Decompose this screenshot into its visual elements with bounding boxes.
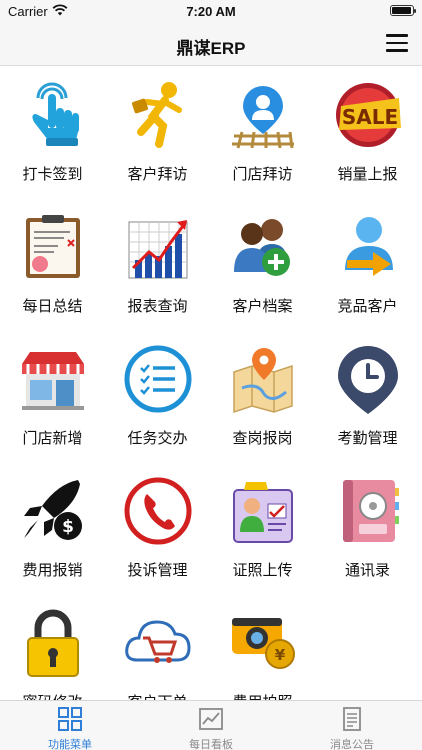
battery-icon — [390, 5, 416, 16]
menu-item-label: 考勤管理 — [337, 430, 398, 447]
grid-icon — [58, 707, 82, 731]
menu-item-expense-photo[interactable]: ¥ 费用拍照 — [210, 594, 315, 700]
menu-item-label: 查岗报岗 — [232, 430, 293, 447]
menu-item-daily-summary[interactable]: 每日总结 — [0, 198, 105, 328]
sale-badge-icon: SALE — [336, 83, 401, 147]
menu-item-complaints[interactable]: 投诉管理 — [105, 462, 210, 592]
line-chart-icon — [199, 708, 223, 730]
clipboard-report-icon — [26, 215, 80, 278]
svg-text:¥: ¥ — [275, 646, 286, 664]
nav-bar: 鼎谋ERP — [0, 22, 422, 66]
menu-item-customer-visit[interactable]: 客户拜访 — [105, 66, 210, 196]
touch-hand-icon — [32, 82, 79, 146]
menu-item-change-password[interactable]: 密码修改 — [0, 594, 105, 700]
menu-item-label: 通讯录 — [344, 562, 390, 579]
tab-function-menu[interactable]: 功能菜单 — [0, 701, 140, 750]
storefront-icon — [22, 352, 84, 410]
running-man-icon — [132, 82, 182, 148]
menu-item-customer-order[interactable]: 客户下单 — [105, 594, 210, 700]
menu-item-label: 客户下单 — [105, 691, 210, 700]
cloud-cart-icon — [125, 620, 191, 663]
menu-item-label: 任务交办 — [127, 430, 188, 447]
svg-text:$: $ — [62, 517, 74, 537]
menu-item-report-query[interactable]: 报表查询 — [105, 198, 210, 328]
menu-item-sales-report[interactable]: SALE 销量上报 — [315, 66, 420, 196]
tab-announcements[interactable]: 消息公告 — [282, 701, 422, 750]
menu-item-expense-claim[interactable]: $ 费用报销 — [0, 462, 105, 592]
menu-item-label: 费用拍照 — [210, 691, 315, 700]
menu-item-label: 密码修改 — [0, 691, 105, 700]
tab-daily-dashboard[interactable]: 每日看板 — [141, 701, 281, 750]
menu-item-store-visit[interactable]: 门店拜访 — [210, 66, 315, 196]
tab-label: 消息公告 — [330, 739, 374, 750]
hamburger-menu-button[interactable] — [386, 34, 408, 52]
menu-item-label: 证照上传 — [232, 562, 293, 579]
menu-item-label: 客户拜访 — [127, 166, 188, 183]
address-book-icon — [343, 480, 399, 542]
menu-item-task-assign[interactable]: 任务交办 — [105, 330, 210, 460]
user-arrow-icon — [345, 217, 393, 276]
menu-item-label: 门店新增 — [22, 430, 83, 447]
tab-label: 每日看板 — [189, 739, 233, 750]
menu-item-label: 打卡签到 — [22, 166, 83, 183]
menu-item-attendance[interactable]: 考勤管理 — [315, 330, 420, 460]
menu-item-label: 销量上报 — [337, 166, 398, 183]
person-pin-road-icon — [232, 86, 294, 149]
menu-item-label: 报表查询 — [127, 298, 188, 315]
document-icon — [343, 707, 361, 731]
menu-item-customer-profile[interactable]: 客户档案 — [210, 198, 315, 328]
menu-item-post-check[interactable]: 查岗报岗 — [210, 330, 315, 460]
function-grid: 打卡签到 客户拜访 门店拜访 SALE 销量上报 每日总结 报表查询 客户档案 … — [0, 66, 422, 700]
add-user-icon — [234, 219, 290, 276]
map-pin-icon — [233, 348, 293, 414]
menu-item-contacts[interactable]: 通讯录 — [315, 462, 420, 592]
menu-item-license-upload[interactable]: 证照上传 — [210, 462, 315, 592]
task-list-icon — [124, 345, 192, 413]
svg-text:SALE: SALE — [342, 105, 398, 129]
menu-item-competitor-customer[interactable]: 竞品客户 — [315, 198, 420, 328]
tab-label: 功能菜单 — [48, 739, 92, 750]
clock-time: 7:20 AM — [186, 4, 236, 19]
growth-chart-icon — [128, 220, 188, 279]
menu-item-label: 每日总结 — [22, 298, 83, 315]
menu-item-label: 竞品客户 — [337, 298, 398, 315]
camera-coin-icon: ¥ — [232, 618, 295, 669]
menu-item-label: 费用报销 — [22, 562, 83, 579]
status-bar: Carrier 7:20 AM — [0, 0, 422, 22]
hamburger-icon — [386, 34, 408, 37]
id-card-icon — [233, 482, 293, 543]
clock-pin-icon — [338, 346, 398, 414]
menu-item-new-store[interactable]: 门店新增 — [0, 330, 105, 460]
tab-bar: 功能菜单 每日看板 消息公告 — [0, 700, 422, 750]
menu-item-label: 门店拜访 — [232, 166, 293, 183]
menu-item-label: 客户档案 — [232, 298, 293, 315]
phone-icon — [124, 477, 192, 545]
menu-item-check-in[interactable]: 打卡签到 — [0, 66, 105, 196]
padlock-icon — [27, 609, 79, 677]
menu-item-label: 投诉管理 — [127, 562, 188, 579]
rocket-money-icon: $ — [24, 480, 82, 540]
page-title: 鼎谋ERP — [176, 39, 246, 58]
